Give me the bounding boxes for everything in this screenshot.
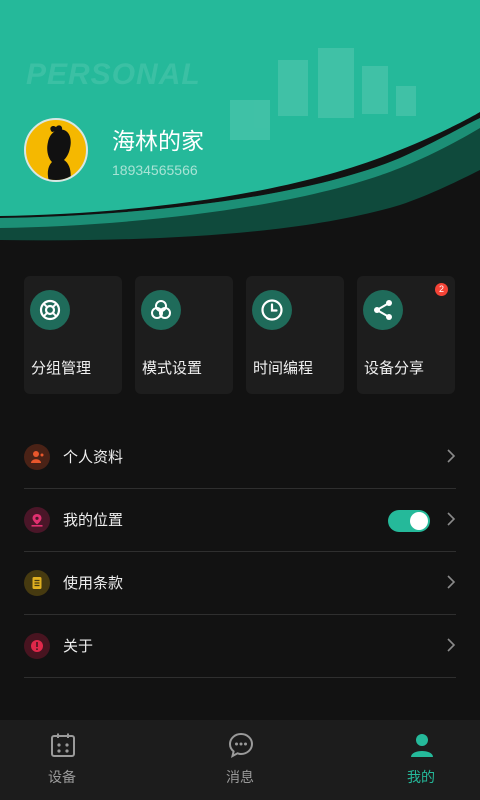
user-name: 海林的家 [112, 129, 204, 155]
toggle-knob [410, 512, 428, 530]
avatar[interactable] [24, 118, 88, 182]
avatar-silhouette-icon [47, 125, 71, 180]
header-watermark: PERSONAL [26, 58, 201, 91]
profile-icon [24, 444, 50, 470]
info-icon [24, 633, 50, 659]
tab-label: 设备 [48, 770, 76, 786]
menu-label: 关于 [63, 637, 94, 655]
notification-badge: 2 [435, 283, 448, 296]
time-programming-card[interactable]: 时间编程 [246, 276, 344, 394]
card-label: 模式设置 [142, 359, 203, 377]
menu-item-profile[interactable]: 个人资料 [24, 426, 456, 489]
menu-item-terms[interactable]: 使用条款 [24, 552, 456, 615]
chevron-right-icon [447, 575, 456, 589]
user-icon [411, 734, 433, 757]
tab-messages[interactable]: 消息 [180, 720, 300, 800]
menu-item-about[interactable]: 关于 [24, 615, 456, 678]
location-icon [24, 507, 50, 533]
clock-icon [252, 290, 292, 330]
mode-settings-card[interactable]: 模式设置 [135, 276, 233, 394]
card-label: 分组管理 [31, 359, 92, 377]
chevron-right-icon [447, 512, 456, 526]
menu-label: 使用条款 [63, 574, 124, 592]
menu-item-location[interactable]: 我的位置 [24, 489, 456, 552]
tab-label: 我的 [407, 770, 435, 786]
lifebuoy-icon [30, 290, 70, 330]
settings-menu: 个人资料 我的位置 使用条款 关于 [24, 426, 456, 678]
tab-label: 消息 [226, 770, 254, 786]
message-icon [228, 732, 254, 758]
location-toggle[interactable] [388, 510, 430, 532]
circles-icon [141, 290, 181, 330]
bottom-tab-bar: 设备 消息 我的 [0, 720, 480, 800]
document-icon [24, 570, 50, 596]
card-label: 设备分享 [364, 359, 425, 377]
chevron-right-icon [447, 449, 456, 463]
user-phone: 18934565566 [112, 162, 198, 178]
devices-icon [51, 733, 75, 757]
menu-label: 个人资料 [63, 448, 124, 466]
tab-devices[interactable]: 设备 [2, 720, 122, 800]
group-management-card[interactable]: 分组管理 [24, 276, 122, 394]
device-share-card[interactable]: 2 设备分享 [357, 276, 455, 394]
chevron-right-icon [447, 638, 456, 652]
profile-header: PERSONAL 海林的家 18934565566 [0, 0, 480, 245]
quick-actions: 分组管理 模式设置 时间编程 2 设备分享 [24, 276, 456, 394]
tab-mine[interactable]: 我的 [361, 720, 480, 800]
card-label: 时间编程 [253, 359, 314, 377]
menu-label: 我的位置 [63, 511, 124, 529]
share-icon [363, 290, 403, 330]
